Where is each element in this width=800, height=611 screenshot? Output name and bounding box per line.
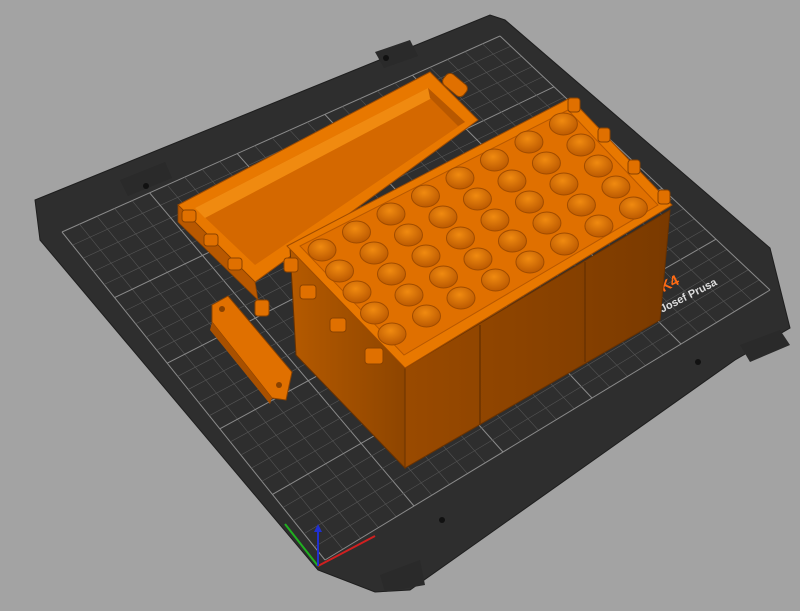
cartridge-hole — [479, 148, 509, 172]
cartridge-hole — [566, 133, 596, 157]
cartridge-hole — [583, 154, 613, 178]
cartridge-hole — [601, 175, 631, 199]
bed-hole — [439, 517, 445, 523]
cartridge-hole — [446, 286, 476, 310]
3d-viewport[interactable]: MK4 by Josef Prusa — [0, 0, 800, 611]
cartridge-hole — [411, 244, 441, 268]
cartridge-hole — [307, 238, 337, 262]
cartridge-hole — [325, 259, 354, 283]
bed-hole — [695, 359, 701, 365]
cartridge-hole — [445, 226, 475, 250]
cartridge-hole — [497, 169, 527, 193]
cartridge-hole — [428, 265, 458, 289]
cartridge-hole — [549, 232, 579, 256]
bed-hole — [143, 183, 149, 189]
cartridge-hole — [514, 190, 544, 214]
cartridge-hole — [359, 241, 389, 265]
cartridge-hole — [480, 208, 510, 232]
cartridge-hole — [618, 196, 648, 220]
bed-hole — [383, 55, 389, 61]
cartridge-hole — [463, 247, 493, 271]
cartridge-hole — [377, 322, 407, 346]
cartridge-hole — [428, 205, 458, 229]
cartridge-hole — [342, 280, 372, 304]
cartridge-hole — [548, 112, 578, 136]
cartridge-hole — [394, 283, 424, 307]
cartridge-hole — [480, 268, 510, 292]
cartridge-hole — [532, 211, 562, 235]
cartridge-hole — [410, 184, 440, 208]
cartridge-hole — [531, 151, 561, 175]
cartridge-hole — [462, 187, 492, 211]
scene-canvas[interactable]: MK4 by Josef Prusa — [0, 0, 800, 611]
cartridge-hole — [514, 130, 544, 154]
cartridge-hole — [376, 262, 406, 286]
cartridge-hole — [566, 193, 596, 217]
cartridge-hole — [393, 223, 423, 247]
cartridge-hole — [584, 214, 614, 238]
cartridge-hole — [549, 172, 579, 196]
cartridge-hole — [515, 250, 545, 274]
cartridge-hole — [376, 202, 406, 226]
cartridge-hole — [411, 304, 441, 328]
cartridge-hole — [497, 229, 527, 253]
cartridge-hole — [445, 166, 475, 190]
cartridge-hole — [341, 220, 371, 244]
cartridge-hole — [360, 301, 389, 325]
